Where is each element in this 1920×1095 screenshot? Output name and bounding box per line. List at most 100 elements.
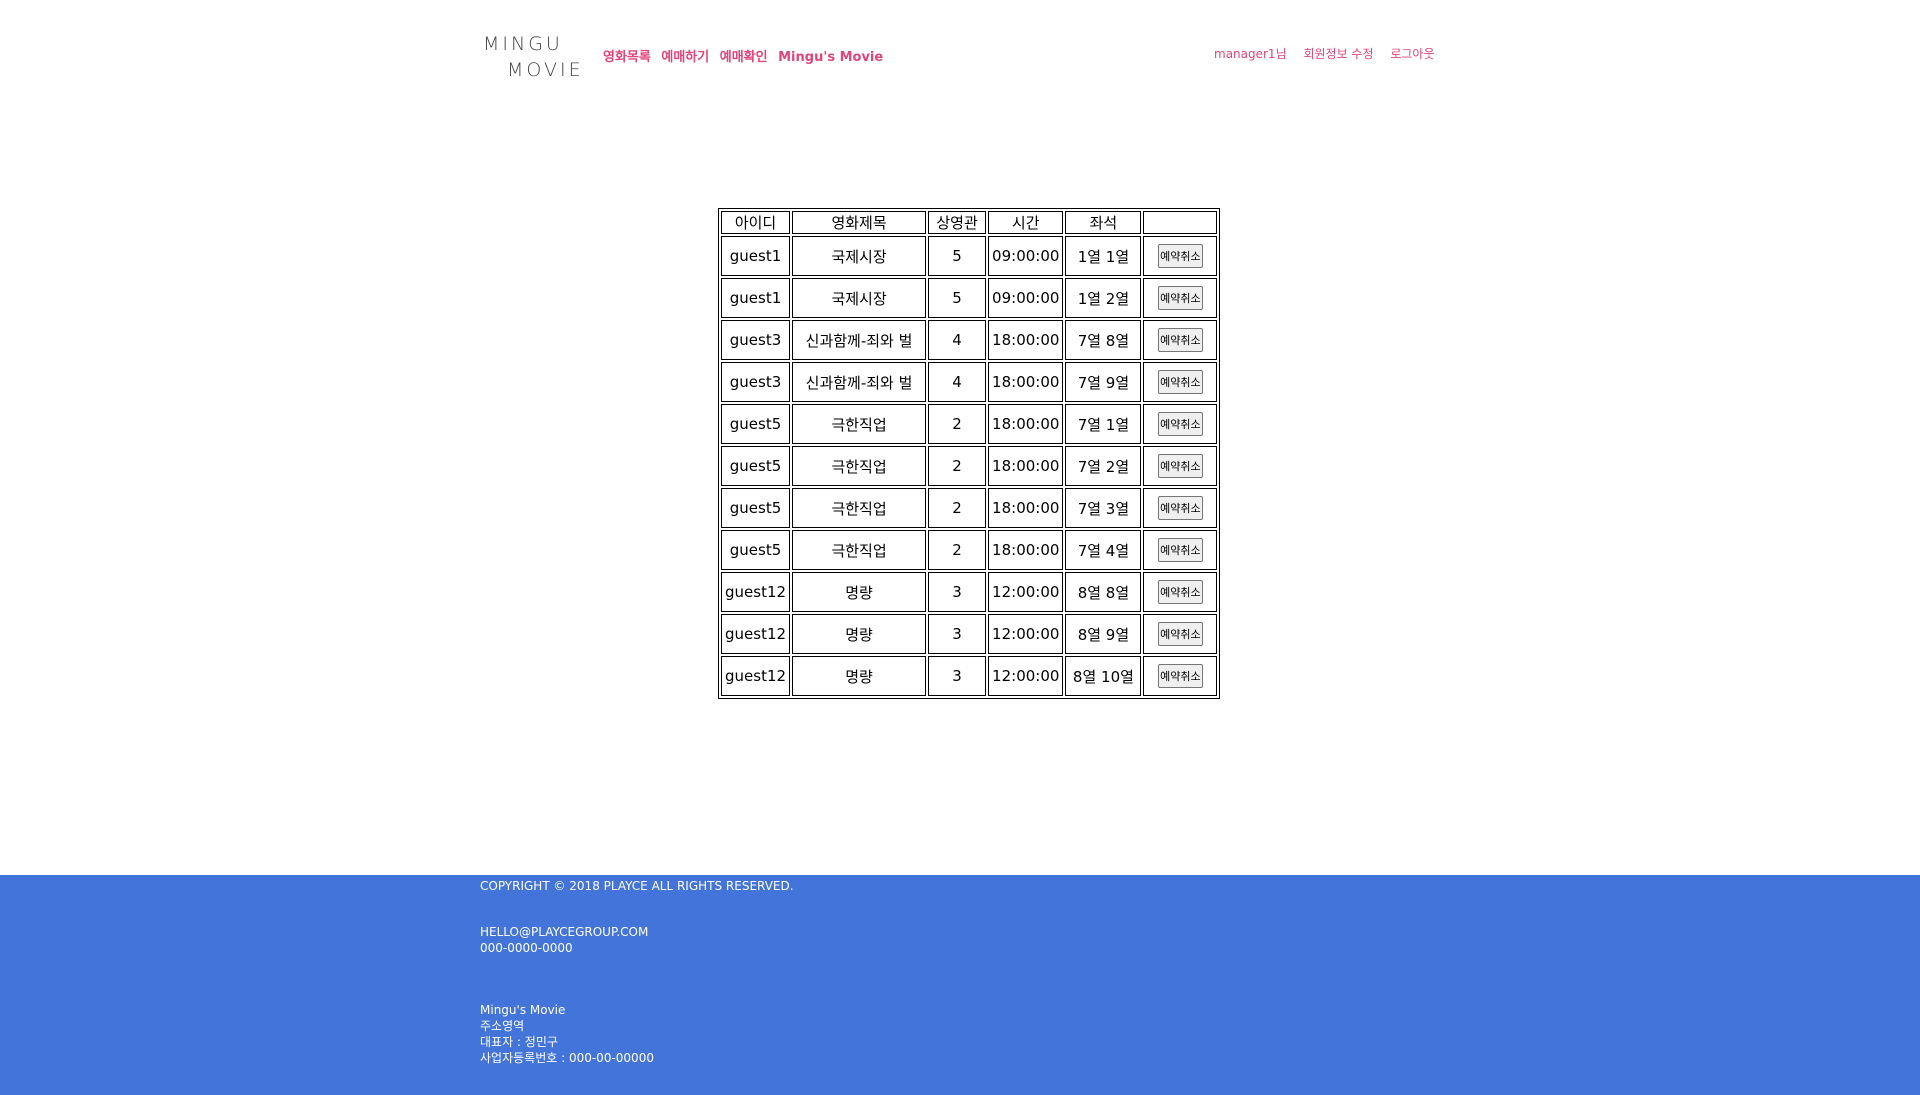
cell-hall: 3 bbox=[928, 572, 987, 612]
table-row: guest1 국제시장 5 09:00:00 1열 1열 예약취소 bbox=[721, 236, 1218, 276]
header-movie-title: 영화제목 bbox=[792, 211, 927, 234]
cell-hall: 4 bbox=[928, 362, 987, 402]
cell-hall: 4 bbox=[928, 320, 987, 360]
table-row: guest5 극한직업 2 18:00:00 7열 4열 예약취소 bbox=[721, 530, 1218, 570]
cell-seat: 8열 9열 bbox=[1065, 614, 1142, 654]
cell-guest-id: guest12 bbox=[721, 656, 791, 696]
header-action bbox=[1143, 211, 1218, 234]
table-row: guest1 국제시장 5 09:00:00 1열 2열 예약취소 bbox=[721, 278, 1218, 318]
cancel-reservation-button[interactable]: 예약취소 bbox=[1158, 580, 1203, 604]
cell-hall: 3 bbox=[928, 614, 987, 654]
nav-booking-check[interactable]: 예매확인 bbox=[720, 50, 768, 65]
cell-movie-title: 신과함께-죄와 벌 bbox=[792, 362, 927, 402]
header-time: 시간 bbox=[988, 211, 1064, 234]
table-row: guest3 신과함께-죄와 벌 4 18:00:00 7열 9열 예약취소 bbox=[721, 362, 1218, 402]
cell-action: 예약취소 bbox=[1143, 488, 1218, 528]
cell-movie-title: 국제시장 bbox=[792, 236, 927, 276]
cancel-reservation-button[interactable]: 예약취소 bbox=[1158, 496, 1203, 520]
cell-action: 예약취소 bbox=[1143, 320, 1218, 360]
header-seat: 좌석 bbox=[1065, 211, 1142, 234]
cell-movie-title: 극한직업 bbox=[792, 446, 927, 486]
cell-hall: 5 bbox=[928, 236, 987, 276]
cell-movie-title: 극한직업 bbox=[792, 530, 927, 570]
cell-action: 예약취소 bbox=[1143, 530, 1218, 570]
cell-time: 18:00:00 bbox=[988, 530, 1064, 570]
nav-booking[interactable]: 예매하기 bbox=[661, 50, 709, 65]
footer: COPYRIGHT © 2018 PLAYCE ALL RIGHTS RESER… bbox=[0, 875, 1920, 1095]
user-menu: manager1님 회원정보 수정 로그아웃 bbox=[1214, 45, 1448, 62]
cell-movie-title: 명량 bbox=[792, 656, 927, 696]
cell-seat: 7열 1열 bbox=[1065, 404, 1142, 444]
cell-guest-id: guest3 bbox=[721, 320, 791, 360]
cell-seat: 1열 2열 bbox=[1065, 278, 1142, 318]
cell-guest-id: guest3 bbox=[721, 362, 791, 402]
nav-movie-list[interactable]: 영화목록 bbox=[603, 50, 651, 65]
cancel-reservation-button[interactable]: 예약취소 bbox=[1158, 412, 1203, 436]
table-row: guest5 극한직업 2 18:00:00 7열 1열 예약취소 bbox=[721, 404, 1218, 444]
cell-hall: 2 bbox=[928, 446, 987, 486]
cell-seat: 7열 2열 bbox=[1065, 446, 1142, 486]
table-row: guest12 명량 3 12:00:00 8열 10열 예약취소 bbox=[721, 656, 1218, 696]
cell-time: 18:00:00 bbox=[988, 446, 1064, 486]
footer-address: 주소영역 bbox=[480, 1019, 525, 1033]
footer-phone: 000-0000-0000 bbox=[480, 941, 573, 955]
cell-guest-id: guest5 bbox=[721, 446, 791, 486]
cell-seat: 8열 8열 bbox=[1065, 572, 1142, 612]
site-logo[interactable]: MINGU MOVIE bbox=[483, 30, 581, 85]
cell-hall: 2 bbox=[928, 530, 987, 570]
footer-email: HELLO@PLAYCEGROUP.COM bbox=[480, 925, 649, 939]
footer-company-block: Mingu's Movie 주소영역 대표자 : 정민구 사업자등록번호 : 0… bbox=[480, 1002, 654, 1066]
cell-seat: 7열 4열 bbox=[1065, 530, 1142, 570]
cell-action: 예약취소 bbox=[1143, 446, 1218, 486]
header: MINGU MOVIE 영화목록 예매하기 예매확인 Mingu's Movie… bbox=[0, 0, 1920, 110]
cell-time: 09:00:00 bbox=[988, 236, 1064, 276]
cell-hall: 3 bbox=[928, 656, 987, 696]
header-id: 아이디 bbox=[721, 211, 791, 234]
cell-time: 18:00:00 bbox=[988, 362, 1064, 402]
cell-guest-id: guest1 bbox=[721, 236, 791, 276]
cell-movie-title: 명량 bbox=[792, 614, 927, 654]
table-row: guest3 신과함께-죄와 벌 4 18:00:00 7열 8열 예약취소 bbox=[721, 320, 1218, 360]
cell-action: 예약취소 bbox=[1143, 278, 1218, 318]
cell-time: 12:00:00 bbox=[988, 614, 1064, 654]
cancel-reservation-button[interactable]: 예약취소 bbox=[1158, 286, 1203, 310]
footer-ceo: 대표자 : 정민구 bbox=[480, 1035, 558, 1049]
cell-hall: 5 bbox=[928, 278, 987, 318]
cancel-reservation-button[interactable]: 예약취소 bbox=[1158, 622, 1203, 646]
cancel-reservation-button[interactable]: 예약취소 bbox=[1158, 328, 1203, 352]
cancel-reservation-button[interactable]: 예약취소 bbox=[1158, 244, 1203, 268]
user-greeting[interactable]: manager1님 bbox=[1214, 47, 1287, 61]
cell-time: 18:00:00 bbox=[988, 320, 1064, 360]
cell-hall: 2 bbox=[928, 488, 987, 528]
cell-guest-id: guest5 bbox=[721, 530, 791, 570]
table-row: guest5 극한직업 2 18:00:00 7열 3열 예약취소 bbox=[721, 488, 1218, 528]
cell-guest-id: guest1 bbox=[721, 278, 791, 318]
logo-line-2: MOVIE bbox=[507, 59, 584, 81]
cancel-reservation-button[interactable]: 예약취소 bbox=[1158, 538, 1203, 562]
table-header-row: 아이디 영화제목 상영관 시간 좌석 bbox=[721, 211, 1218, 234]
cell-guest-id: guest5 bbox=[721, 404, 791, 444]
cell-seat: 7열 8열 bbox=[1065, 320, 1142, 360]
footer-copyright: COPYRIGHT © 2018 PLAYCE ALL RIGHTS RESER… bbox=[480, 879, 794, 893]
cancel-reservation-button[interactable]: 예약취소 bbox=[1158, 370, 1203, 394]
cell-time: 18:00:00 bbox=[988, 488, 1064, 528]
footer-company: Mingu's Movie bbox=[480, 1003, 566, 1017]
footer-copyright-block: COPYRIGHT © 2018 PLAYCE ALL RIGHTS RESER… bbox=[480, 878, 794, 894]
cell-movie-title: 명량 bbox=[792, 572, 927, 612]
table-row: guest12 명량 3 12:00:00 8열 9열 예약취소 bbox=[721, 614, 1218, 654]
cell-guest-id: guest12 bbox=[721, 572, 791, 612]
reservation-table-container: 아이디 영화제목 상영관 시간 좌석 guest1 국제시장 5 09:00:00 1열… bbox=[718, 208, 1221, 699]
cancel-reservation-button[interactable]: 예약취소 bbox=[1158, 664, 1203, 688]
main-nav: 영화목록 예매하기 예매확인 Mingu's Movie bbox=[603, 46, 889, 65]
cell-movie-title: 신과함께-죄와 벌 bbox=[792, 320, 927, 360]
cell-time: 12:00:00 bbox=[988, 656, 1064, 696]
nav-home[interactable]: Mingu's Movie bbox=[778, 50, 883, 65]
edit-profile-link[interactable]: 회원정보 수정 bbox=[1303, 47, 1373, 61]
cell-guest-id: guest12 bbox=[721, 614, 791, 654]
logout-link[interactable]: 로그아웃 bbox=[1390, 47, 1434, 61]
reservation-table: 아이디 영화제목 상영관 시간 좌석 guest1 국제시장 5 09:00:00 1열… bbox=[718, 208, 1221, 699]
cell-seat: 1열 1열 bbox=[1065, 236, 1142, 276]
cell-movie-title: 극한직업 bbox=[792, 404, 927, 444]
table-row: guest12 명량 3 12:00:00 8열 8열 예약취소 bbox=[721, 572, 1218, 612]
cancel-reservation-button[interactable]: 예약취소 bbox=[1158, 454, 1203, 478]
